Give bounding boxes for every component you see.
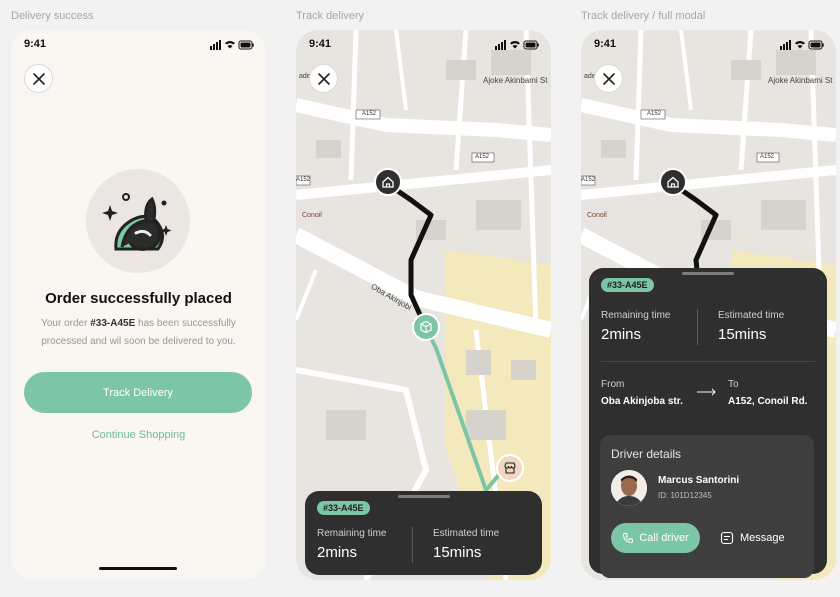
arrow-right-icon (697, 388, 716, 396)
screen-label-track-full: Track delivery / full modal (581, 10, 706, 22)
status-icons (495, 40, 539, 50)
to-value: A152, Conoil Rd. (728, 396, 808, 407)
driver-id: ID: 101D12345 (658, 491, 712, 500)
tracking-card[interactable]: #33-A45E Remaining time 2mins Estimated … (305, 491, 542, 575)
status-bar: 9:41 (581, 38, 836, 52)
map-label-road-a: A152 (362, 111, 377, 117)
close-icon (602, 72, 615, 85)
package-icon (420, 320, 432, 334)
drag-handle[interactable] (397, 495, 450, 498)
remaining-label: Remaining time (601, 310, 671, 321)
screen-label-success: Delivery success (11, 10, 94, 22)
driver-photo (611, 470, 647, 506)
map-label-street: Ajoke Akinbami St (768, 76, 833, 85)
driver-details-card: Driver details Marcus Santorini ID: 101D… (600, 435, 814, 578)
estimated-value: 15mins (433, 544, 482, 561)
courier-pin[interactable] (412, 313, 440, 341)
track-full-screen: Ajoke Akinbami St A152 A152 A152 Conoil … (581, 30, 836, 580)
driver-name: Marcus Santorini (658, 475, 740, 486)
map-label-road-a: A152 (647, 111, 662, 117)
order-chip: #33-A45E (317, 501, 370, 515)
status-time: 9:41 (309, 38, 332, 50)
tracking-modal[interactable]: #33-A45E Remaining time 2mins Estimated … (589, 268, 827, 578)
driver-heading: Driver details (611, 447, 682, 461)
divider (697, 309, 698, 345)
map-label-road-b: A152 (760, 154, 775, 160)
track-screen: Ajoke Akinbami St A152 A152 A152 Oba Aki… (296, 30, 551, 580)
order-id: #33-A45E (90, 318, 136, 329)
desc-prefix: Your order (41, 318, 91, 329)
remaining-value: 2mins (601, 326, 642, 343)
from-label: From (601, 379, 625, 390)
home-indicator (99, 567, 177, 570)
remaining-value: 2mins (317, 544, 358, 561)
message-label: Message (740, 532, 785, 544)
home-pin[interactable] (659, 168, 687, 196)
drag-handle[interactable] (682, 272, 734, 275)
map-label-road-c: A152 (581, 177, 596, 183)
status-time: 9:41 (594, 38, 617, 50)
divider (412, 527, 413, 563)
success-screen: 9:41 Order successfully placed Your orde… (11, 30, 266, 580)
close-button[interactable] (594, 64, 623, 93)
status-time: 9:41 (24, 38, 47, 50)
from-value: Oba Akinjoba str. (601, 396, 683, 407)
close-button[interactable] (24, 64, 53, 93)
map-label-road-b: A152 (475, 154, 490, 160)
map-label-poi: Conoil (302, 212, 322, 219)
status-icons (210, 40, 254, 50)
success-illustration (86, 169, 190, 273)
status-bar: 9:41 (296, 38, 551, 52)
close-icon (32, 72, 45, 85)
call-driver-button[interactable]: Call driver (611, 523, 700, 553)
store-pin[interactable] (496, 454, 524, 482)
track-delivery-button[interactable]: Track Delivery (24, 372, 252, 413)
estimated-label: Estimated time (718, 310, 785, 321)
success-description: Your order #33-A45E has been successfull… (29, 315, 248, 351)
bag-sparkle-icon (102, 193, 172, 251)
status-icons (780, 40, 824, 50)
home-icon (382, 176, 394, 188)
map-label-poi: Conoil (587, 212, 607, 219)
store-icon (504, 462, 516, 474)
to-label: To (728, 379, 739, 390)
estimated-label: Estimated time (433, 528, 500, 539)
close-button[interactable] (309, 64, 338, 93)
message-button[interactable]: Message (720, 523, 785, 553)
order-chip: #33-A45E (601, 278, 654, 292)
call-driver-label: Call driver (639, 532, 689, 544)
home-pin[interactable] (374, 168, 402, 196)
phone-icon (623, 533, 634, 544)
divider (601, 361, 815, 362)
home-icon (667, 176, 679, 188)
status-bar: 9:41 (11, 38, 266, 52)
success-title: Order successfully placed (45, 290, 232, 307)
driver-avatar (611, 470, 647, 506)
map-label-road-c: A152 (296, 177, 311, 183)
message-icon (720, 531, 734, 545)
screen-label-track: Track delivery (296, 10, 365, 22)
estimated-value: 15mins (718, 326, 767, 343)
continue-shopping-link[interactable]: Continue Shopping (11, 429, 266, 441)
close-icon (317, 72, 330, 85)
remaining-label: Remaining time (317, 528, 387, 539)
map-label-street: Ajoke Akinbami St (483, 76, 548, 85)
